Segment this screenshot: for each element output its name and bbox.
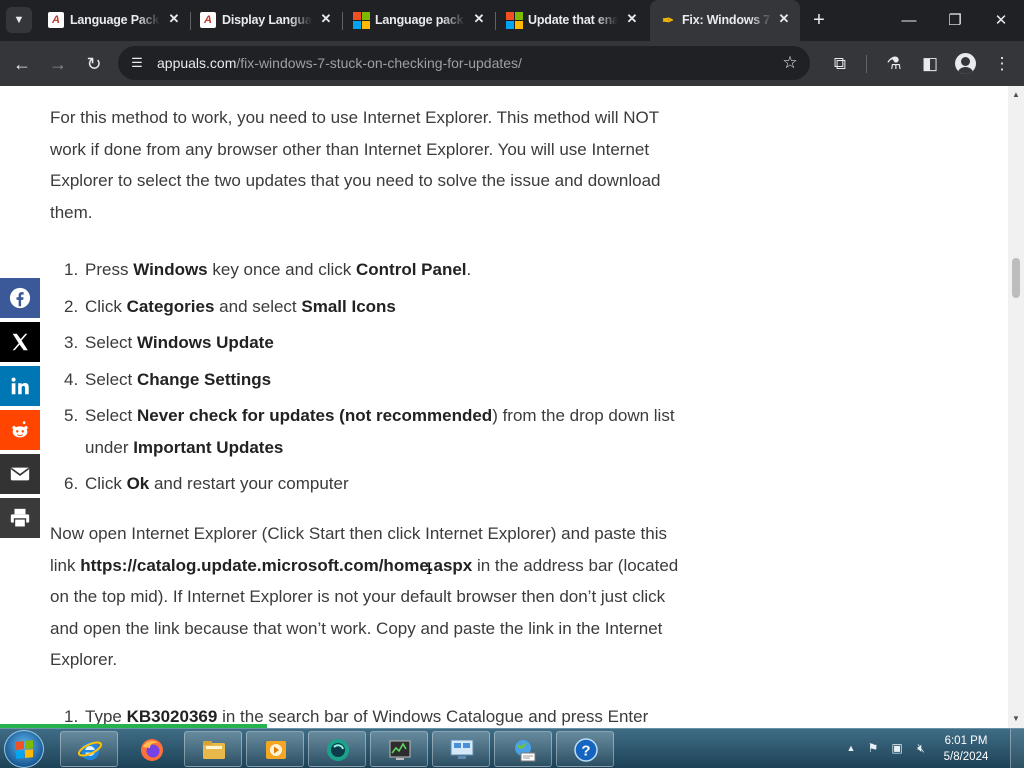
print-button[interactable] xyxy=(0,498,40,538)
task-manager-icon xyxy=(389,740,411,760)
close-icon[interactable]: ✕ xyxy=(166,11,182,27)
back-arrow-icon[interactable]: ← xyxy=(9,51,35,77)
intro-paragraph: For this method to work, you need to use… xyxy=(50,108,661,222)
taskbar-file-explorer[interactable] xyxy=(184,731,242,767)
scroll-down-arrow-icon[interactable]: ▼ xyxy=(1008,712,1024,726)
site-info-icon[interactable]: ☰ xyxy=(128,54,146,72)
appuals-icon: A xyxy=(48,12,64,28)
vertical-scrollbar[interactable]: ▲ ▼ xyxy=(1008,86,1024,728)
address-bar[interactable]: ☰ appuals.com/fix-windows-7-stuck-on-che… xyxy=(118,46,810,80)
new-tab-button[interactable]: + xyxy=(808,9,830,31)
internet-explorer-icon xyxy=(77,741,103,760)
file-explorer-icon xyxy=(203,741,225,759)
tab-label: Language Pack xyxy=(70,13,160,27)
tray-overflow-icon[interactable]: ▲ xyxy=(842,739,860,757)
show-desktop-button[interactable] xyxy=(1010,729,1024,768)
taskbar-network-globe[interactable] xyxy=(494,731,552,767)
app-icon xyxy=(327,739,349,761)
extensions-icon[interactable]: ⧉ xyxy=(827,51,853,77)
x-share-button[interactable] xyxy=(0,322,40,362)
email-icon xyxy=(10,467,30,481)
email-share-button[interactable] xyxy=(0,454,40,494)
menu-kebab-icon[interactable]: ⋮ xyxy=(989,51,1015,77)
taskbar-help[interactable]: ? xyxy=(556,731,614,767)
windows-logo-icon xyxy=(16,740,33,759)
labs-flask-icon[interactable]: ⚗ xyxy=(881,51,907,77)
tab-0[interactable]: A Language Pack ✕ xyxy=(38,0,191,41)
taskbar-firefox[interactable] xyxy=(122,731,180,767)
restore-button[interactable]: ❐ xyxy=(932,0,978,41)
taskbar-internet-explorer[interactable] xyxy=(60,731,118,767)
print-icon xyxy=(10,508,30,528)
steps-list: 1. Press Windows key once and click Contr… xyxy=(64,254,684,505)
taskbar-remote-desktop[interactable] xyxy=(432,731,490,767)
remote-desktop-icon xyxy=(450,739,474,759)
linkedin-share-button[interactable] xyxy=(0,366,40,406)
tab-label: Update that enables xyxy=(528,13,618,27)
reddit-share-button[interactable] xyxy=(0,410,40,450)
windows-taskbar: ? ▲ ⚑ ▣ 🔇︎ 6:01 PM 5/8/2024 xyxy=(0,728,1024,768)
scrollbar-thumb[interactable] xyxy=(1012,258,1020,298)
quill-icon: ✒ xyxy=(662,12,674,28)
list-item: 2. Click Categories and select Small Icon… xyxy=(64,296,396,316)
close-icon[interactable]: ✕ xyxy=(471,11,487,27)
tab-label: Fix: Windows 7 xyxy=(682,13,771,27)
link-paragraph: Now open Internet Explorer (Click Start … xyxy=(50,524,679,669)
list-item: 4. Select Change Settings xyxy=(64,369,272,389)
text-cursor-icon: I xyxy=(426,559,433,578)
browser-toolbar: ← → ↻ ☰ appuals.com/fix-windows-7-stuck-… xyxy=(0,41,1024,86)
catalog-link-text: https://catalog.update.microsoft.com/hom… xyxy=(80,555,473,575)
tab-2[interactable]: Language pack ✕ xyxy=(343,0,496,41)
taskbar-app[interactable] xyxy=(308,731,366,767)
close-icon[interactable]: ✕ xyxy=(776,11,792,27)
list-item: 6. Click Ok and restart your computer xyxy=(64,474,349,493)
media-player-icon xyxy=(266,741,286,759)
tab-1[interactable]: A Display Language ✕ xyxy=(190,0,343,41)
firefox-icon xyxy=(141,739,163,761)
microsoft-icon xyxy=(353,12,370,29)
list-item: 5. Select Never check for updates (not re… xyxy=(64,406,675,457)
scroll-up-arrow-icon[interactable]: ▲ xyxy=(1008,88,1024,102)
linkedin-icon xyxy=(11,377,29,395)
facebook-icon xyxy=(9,287,31,309)
start-button[interactable] xyxy=(4,730,44,768)
close-icon[interactable]: ✕ xyxy=(318,11,334,27)
list-item: 1. Press Windows key once and click Contr… xyxy=(64,260,472,279)
list-item: 3. Select Windows Update xyxy=(64,333,274,352)
help-icon: ? xyxy=(574,738,598,762)
reddit-icon xyxy=(12,421,28,438)
tab-4-active[interactable]: ✒ Fix: Windows 7 ✕ xyxy=(650,0,800,41)
url-text[interactable]: appuals.com/fix-windows-7-stuck-on-check… xyxy=(157,55,522,71)
window-close-button[interactable]: ✕ xyxy=(978,0,1024,41)
volume-muted-icon[interactable]: 🔇︎ xyxy=(912,739,930,757)
side-panel-icon[interactable]: ◧ xyxy=(917,51,943,77)
network-tray-icon[interactable]: ▣ xyxy=(888,739,906,757)
taskbar-task-manager[interactable] xyxy=(370,731,428,767)
facebook-share-button[interactable] xyxy=(0,278,40,318)
reload-icon[interactable]: ↻ xyxy=(81,51,107,77)
network-globe-icon xyxy=(515,740,536,762)
tab-strip: ▼ A Language Pack ✕ A Display Language ✕… xyxy=(0,0,1024,41)
microsoft-icon xyxy=(506,12,523,29)
close-icon[interactable]: ✕ xyxy=(624,11,640,27)
forward-arrow-icon[interactable]: → xyxy=(45,51,71,77)
bookmark-star-icon[interactable]: ☆ xyxy=(780,53,800,73)
tab-3[interactable]: Update that enables ✕ xyxy=(496,0,648,41)
tab-label: Language pack xyxy=(375,13,464,27)
page-viewport: For this method to work, you need to use… xyxy=(0,86,1008,728)
minimize-button[interactable]: — xyxy=(886,0,932,41)
appuals-icon: A xyxy=(200,12,216,28)
tab-label: Display Language xyxy=(222,13,312,27)
svg-text:?: ? xyxy=(581,743,590,760)
system-clock[interactable]: 6:01 PM 5/8/2024 xyxy=(938,733,994,765)
taskbar-media-player[interactable] xyxy=(246,731,304,767)
tab-search-button[interactable]: ▼ xyxy=(6,7,32,33)
action-center-flag-icon[interactable]: ⚑ xyxy=(864,739,882,757)
x-icon xyxy=(12,333,28,351)
profile-avatar[interactable] xyxy=(955,53,976,74)
